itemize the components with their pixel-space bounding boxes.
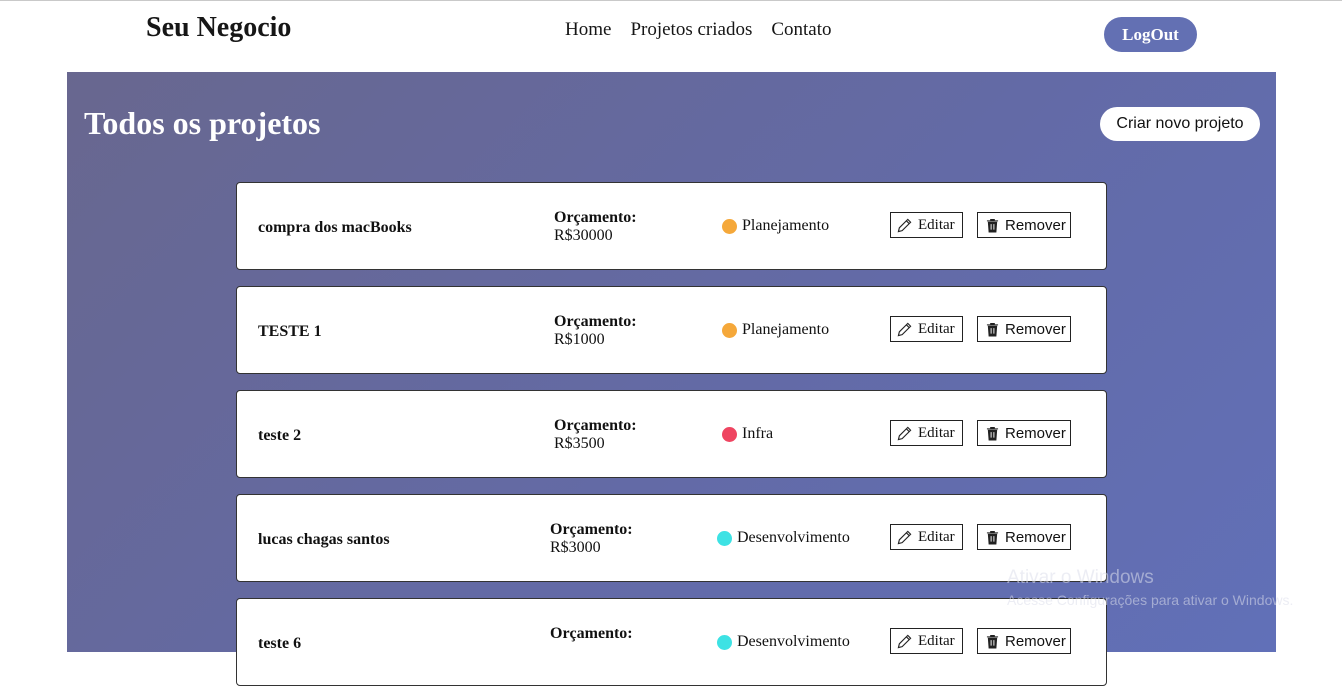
project-status: Planejamento	[722, 321, 829, 339]
remove-button[interactable]: Remover	[977, 420, 1071, 446]
edit-label: Editar	[918, 424, 955, 441]
project-budget: Orçamento: R$1000	[554, 313, 637, 349]
pencil-icon	[897, 426, 912, 440]
pencil-icon	[897, 218, 912, 232]
project-budget: Orçamento:	[550, 625, 633, 643]
edit-button[interactable]: Editar	[890, 212, 963, 238]
page-title: Todos os projetos	[84, 105, 321, 141]
trash-icon	[986, 426, 999, 440]
remove-label: Remover	[1005, 528, 1066, 546]
status-label: Infra	[742, 425, 774, 442]
edit-label: Editar	[918, 528, 955, 545]
project-card: lucas chagas santos Orçamento: R$3000 De…	[236, 494, 1107, 582]
remove-label: Remover	[1005, 320, 1066, 338]
budget-label: Orçamento:	[550, 625, 633, 642]
remove-button[interactable]: Remover	[977, 524, 1071, 550]
trash-icon	[986, 530, 999, 544]
edit-button[interactable]: Editar	[890, 628, 963, 654]
project-budget: Orçamento: R$3500	[554, 417, 637, 453]
projects-panel: Todos os projetos Criar novo projeto com…	[67, 72, 1276, 686]
project-status: Desenvolvimento	[717, 633, 850, 651]
remove-label: Remover	[1005, 632, 1066, 650]
windows-activation-watermark: Ativar o Windows Acesse Configurações pa…	[1007, 567, 1293, 608]
project-name: teste 2	[258, 427, 302, 444]
budget-label: Orçamento:	[554, 313, 637, 330]
project-budget: Orçamento: R$30000	[554, 209, 637, 245]
project-budget: Orçamento: R$3000	[550, 521, 633, 557]
project-name: teste 6	[258, 635, 302, 652]
pencil-icon	[897, 322, 912, 336]
remove-label: Remover	[1005, 216, 1066, 234]
project-card: TESTE 1 Orçamento: R$1000 Planejamento E…	[236, 286, 1107, 374]
nav-contact[interactable]: Contato	[771, 19, 831, 41]
budget-value: R$30000	[554, 227, 613, 244]
brand-logo[interactable]: Seu Negocio	[146, 12, 291, 44]
remove-button[interactable]: Remover	[977, 316, 1071, 342]
status-label: Planejamento	[742, 321, 830, 338]
status-dot-icon	[722, 322, 737, 338]
project-name: compra dos macBooks	[258, 219, 412, 236]
watermark-title: Ativar o Windows	[1007, 567, 1154, 588]
project-card: compra dos macBooks Orçamento: R$30000 P…	[236, 182, 1107, 270]
edit-label: Editar	[918, 632, 955, 649]
project-card: teste 2 Orçamento: R$3500 Infra Editar R…	[236, 390, 1107, 478]
budget-label: Orçamento:	[554, 417, 637, 434]
trash-icon	[986, 218, 999, 232]
budget-value: R$1000	[554, 331, 605, 348]
budget-label: Orçamento:	[550, 521, 633, 538]
edit-button[interactable]: Editar	[890, 316, 963, 342]
project-status: Planejamento	[722, 217, 829, 235]
logout-button[interactable]: LogOut	[1104, 17, 1197, 52]
trash-icon	[986, 322, 999, 336]
project-name: lucas chagas santos	[258, 531, 390, 548]
budget-value: R$3500	[554, 435, 605, 452]
pencil-icon	[897, 634, 912, 648]
edit-button[interactable]: Editar	[890, 524, 963, 550]
project-status: Infra	[722, 425, 773, 443]
status-dot-icon	[722, 426, 737, 442]
status-dot-icon	[722, 218, 737, 234]
budget-label: Orçamento:	[554, 209, 637, 226]
budget-value: R$3000	[550, 539, 601, 556]
edit-label: Editar	[918, 320, 955, 337]
nav-projects[interactable]: Projetos criados	[630, 19, 752, 41]
edit-label: Editar	[918, 216, 955, 233]
remove-button[interactable]: Remover	[977, 628, 1071, 654]
remove-label: Remover	[1005, 424, 1066, 442]
edit-button[interactable]: Editar	[890, 420, 963, 446]
status-label: Desenvolvimento	[737, 529, 850, 546]
new-project-button[interactable]: Criar novo projeto	[1100, 107, 1260, 141]
project-status: Desenvolvimento	[717, 529, 850, 547]
project-card: teste 6 Orçamento: Desenvolvimento Edita…	[236, 598, 1107, 686]
status-label: Desenvolvimento	[737, 633, 850, 650]
main-nav: Home Projetos criados Contato	[565, 19, 832, 41]
status-dot-icon	[717, 530, 732, 546]
status-label: Planejamento	[742, 217, 830, 234]
trash-icon	[986, 634, 999, 648]
status-dot-icon	[717, 634, 732, 650]
top-border	[0, 0, 1342, 1]
remove-button[interactable]: Remover	[977, 212, 1071, 238]
nav-home[interactable]: Home	[565, 19, 611, 41]
project-name: TESTE 1	[258, 323, 322, 340]
pencil-icon	[897, 530, 912, 544]
watermark-subtitle: Acesse Configurações para ativar o Windo…	[1007, 592, 1294, 608]
